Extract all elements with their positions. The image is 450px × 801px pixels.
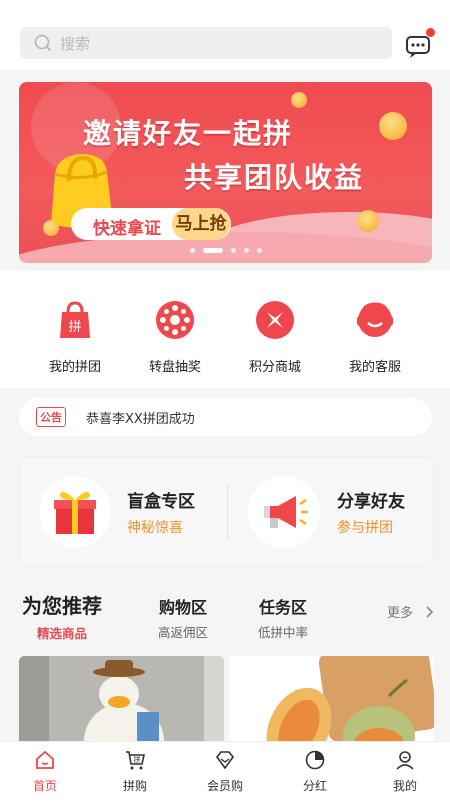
chevron-right-icon: [426, 606, 434, 618]
coin-decor: [288, 89, 310, 111]
bottom-nav: 首页 拼 拼购 会员购 分红 我的: [0, 741, 450, 801]
more-label: 更多: [387, 606, 414, 621]
nav-label: 会员购: [206, 779, 243, 793]
tab-shopping[interactable]: 购物区 高返佣区: [158, 594, 208, 641]
feature-label: 转盘抽奖: [148, 360, 201, 375]
search-bar[interactable]: 搜索: [20, 27, 392, 59]
tab-subtitle: 低拼中率: [258, 625, 309, 640]
nav-label: 我的: [392, 779, 417, 793]
feature-prize-wheel[interactable]: 转盘抽奖: [130, 298, 220, 375]
feature-customer-service[interactable]: 我的客服: [330, 298, 420, 375]
svg-text:拼: 拼: [134, 755, 141, 764]
zone-title: 分享好友: [337, 492, 405, 512]
search-icon: [34, 34, 52, 52]
zone-subtitle: 神秘惊喜: [127, 520, 183, 536]
customer-service-icon: [357, 302, 393, 337]
group-buy-icon: 拼: [126, 751, 145, 770]
nav-profile[interactable]: 我的: [360, 742, 450, 801]
tab-title: 任务区: [259, 598, 308, 617]
tab-subtitle: 精选商品: [36, 626, 87, 641]
nav-group-buy[interactable]: 拼 拼购: [90, 742, 180, 801]
tab-recommend[interactable]: 为您推荐 精选商品: [22, 590, 102, 642]
carousel-indicator: [19, 248, 432, 256]
product-card[interactable]: [19, 656, 224, 746]
tab-title: 购物区: [159, 598, 208, 617]
feature-label: 我的拼团: [48, 360, 101, 375]
tab-title: 为您推荐: [22, 594, 102, 618]
notice-bar[interactable]: 公告 恭喜李XX拼团成功: [19, 398, 432, 436]
search-placeholder: 搜索: [60, 34, 91, 53]
nav-home[interactable]: 首页: [0, 742, 90, 801]
banner-cta-button[interactable]: 马上抢: [172, 208, 230, 240]
zone-icon-circle: [39, 476, 111, 548]
product-image-duck-toy: [19, 656, 224, 746]
prize-wheel-icon: [156, 301, 194, 339]
nav-label: 首页: [32, 779, 57, 793]
shopping-bag-icon: 拼: [60, 301, 90, 338]
svg-text:拼: 拼: [68, 320, 81, 335]
banner-title: 邀请好友一起拼: [83, 117, 294, 150]
carousel-dot[interactable]: [230, 248, 236, 253]
feature-grid: 拼 我的拼团 转盘抽奖 积分商城 我的客服: [0, 270, 450, 388]
diamond-icon: [215, 751, 235, 770]
carousel-dot[interactable]: [256, 248, 262, 253]
banner-cta[interactable]: 快速拿证 马上抢: [71, 208, 231, 240]
pie-chart-icon: [305, 750, 325, 770]
coin-decor: [375, 108, 411, 144]
top-bar: 搜索: [0, 0, 450, 70]
carousel-dot-active[interactable]: [202, 248, 223, 253]
promo-banner[interactable]: 邀请好友一起拼 共享团队收益 快速拿证 马上抢: [19, 82, 432, 263]
product-image-melon: [229, 656, 434, 746]
carousel-dot[interactable]: [243, 248, 249, 253]
zone-title: 盲盒专区: [127, 492, 195, 512]
nav-label: 拼购: [122, 779, 147, 793]
zone-divider: [227, 483, 228, 541]
feature-my-group[interactable]: 拼 我的拼团: [30, 298, 120, 375]
tab-subtitle: 高返佣区: [158, 625, 209, 640]
gift-box-icon: [54, 492, 96, 534]
tab-tasks[interactable]: 任务区 低拼中率: [258, 594, 308, 641]
message-button[interactable]: [405, 28, 435, 60]
megaphone-icon: [264, 496, 308, 528]
feature-points-mall[interactable]: 积分商城: [230, 298, 320, 375]
carousel-dot[interactable]: [189, 248, 195, 253]
notice-tag: 公告: [36, 407, 66, 427]
notice-text: 恭喜李XX拼团成功: [86, 411, 195, 427]
feature-label: 我的客服: [348, 360, 401, 375]
nav-label: 分红: [302, 779, 327, 793]
home-icon: [36, 750, 54, 769]
zone-panel: 盲盒专区 神秘惊喜 分享好友 参与拼团: [19, 456, 434, 566]
category-tabs: 为您推荐 精选商品 购物区 高返佣区 任务区 低拼中率: [0, 580, 450, 642]
zone-subtitle: 参与拼团: [337, 520, 393, 536]
user-icon: [396, 751, 414, 770]
unread-badge: [426, 28, 435, 37]
banner-cta-text: 快速拿证: [93, 219, 161, 239]
more-link[interactable]: 更多: [387, 602, 435, 621]
nav-dividend[interactable]: 分红: [270, 742, 360, 801]
feature-label: 积分商城: [248, 360, 301, 375]
points-mall-icon: [256, 301, 294, 339]
nav-member[interactable]: 会员购: [180, 742, 270, 801]
product-card[interactable]: [229, 656, 434, 746]
zone-icon-circle: [248, 476, 320, 548]
banner-subtitle: 共享团队收益: [184, 161, 365, 194]
